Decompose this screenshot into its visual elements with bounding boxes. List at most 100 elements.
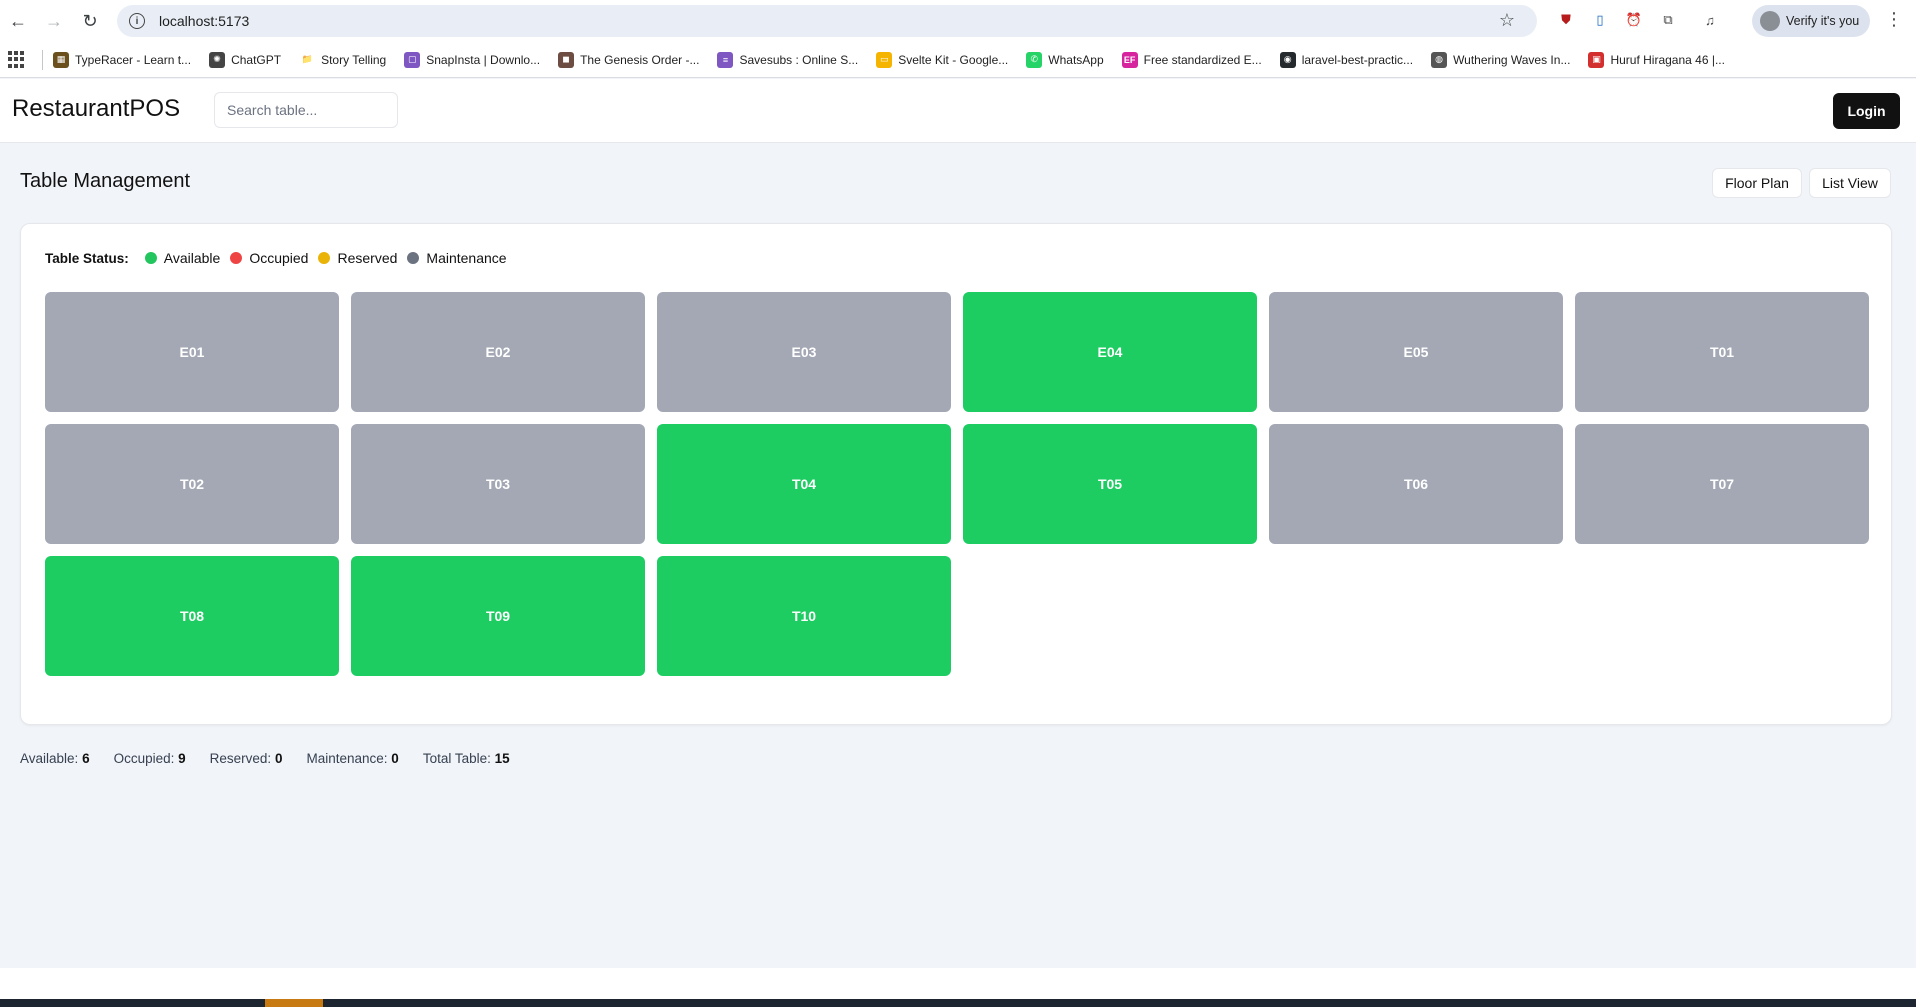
- forward-arrow-icon[interactable]: →: [40, 7, 68, 35]
- bookmark-favicon-icon: ◉: [1279, 51, 1296, 68]
- avatar: [1760, 11, 1780, 31]
- table-label: E01: [179, 344, 205, 360]
- table-tile-e04[interactable]: E04: [963, 292, 1257, 412]
- bookmark-label: Savesubs : Online S...: [739, 52, 859, 67]
- address-bar[interactable]: i localhost:5173 ☆: [117, 5, 1537, 37]
- bookmark-label: ChatGPT: [231, 52, 282, 67]
- legend-items: Available Occupied Reserved Maintenance: [144, 250, 517, 266]
- table-tile-e02[interactable]: E02: [351, 292, 645, 412]
- reload-icon[interactable]: ↻: [76, 7, 104, 35]
- bookmark-item[interactable]: ▦ TypeRacer - Learn t...: [53, 51, 192, 68]
- bookmark-favicon-icon: ≡: [717, 51, 734, 68]
- status-legend: Table Status: Available Occupied Reserved M…: [45, 250, 517, 266]
- bookmark-label: TypeRacer - Learn t...: [75, 52, 192, 67]
- table-tile-t08[interactable]: T08: [45, 556, 339, 676]
- site-info-icon[interactable]: i: [129, 13, 145, 29]
- table-tile-e01[interactable]: E01: [45, 292, 339, 412]
- legend-label: Maintenance: [426, 250, 507, 266]
- taskbar-app-icon[interactable]: [265, 999, 323, 1007]
- brand-logo[interactable]: RestaurantPOS: [12, 95, 180, 123]
- bookmarks-bar: ▦ TypeRacer - Learn t... ✺ ChatGPT 📁 Story Te…: [0, 42, 1916, 78]
- status-dot-icon: [407, 252, 420, 264]
- table-tile-t01[interactable]: T01: [1575, 292, 1869, 412]
- bookmark-item[interactable]: ▣ Huruf Hiragana 46 |...: [1588, 51, 1725, 68]
- alarm-extension-icon[interactable]: ⏰: [1623, 9, 1645, 31]
- table-card: Table Status: Available Occupied Reserved M…: [20, 223, 1892, 725]
- extensions-area: ⛊ ▯ ⏰ ⧉ ♫: [1555, 9, 1721, 31]
- bookmark-item[interactable]: ▭ Svelte Kit - Google...: [876, 51, 1009, 68]
- browser-toolbar: ← → ↻ i localhost:5173 ☆ ⛊ ▯ ⏰ ⧉ ♫ Verif…: [0, 0, 1916, 42]
- bookmark-favicon-icon: ▦: [53, 51, 69, 68]
- legend-item: Occupied: [230, 250, 308, 266]
- bookmark-item[interactable]: ▢ SnapInsta | Downlo...: [404, 51, 540, 68]
- puzzle-extensions-icon[interactable]: ⧉: [1657, 9, 1679, 31]
- table-tile-t06[interactable]: T06: [1269, 424, 1563, 544]
- table-label: T04: [791, 476, 817, 492]
- bookmark-favicon-icon: EF: [1121, 51, 1138, 68]
- media-controls-icon[interactable]: ♫: [1699, 9, 1721, 31]
- legend-label: Occupied: [249, 250, 309, 266]
- translate-extension-icon[interactable]: ▯: [1589, 9, 1611, 31]
- search-input[interactable]: [214, 92, 398, 128]
- legend-label: Reserved: [337, 250, 398, 266]
- table-label: T03: [485, 476, 511, 492]
- bookmark-label: WhatsApp: [1048, 52, 1104, 67]
- table-tile-t04[interactable]: T04: [657, 424, 951, 544]
- legend-item: Available: [144, 250, 221, 266]
- bookmark-favicon-icon: ◍: [1431, 51, 1448, 68]
- bookmark-label: laravel-best-practic...: [1301, 52, 1414, 67]
- browser-menu-icon[interactable]: ⋮: [1884, 9, 1904, 30]
- table-tile-t10[interactable]: T10: [657, 556, 951, 676]
- floor-plan-button[interactable]: Floor Plan: [1712, 168, 1802, 198]
- table-tile-t07[interactable]: T07: [1575, 424, 1869, 544]
- table-tile-e03[interactable]: E03: [657, 292, 951, 412]
- apps-grid-icon[interactable]: [8, 50, 26, 69]
- bookmark-item[interactable]: ◍ Wuthering Waves In...: [1431, 51, 1570, 68]
- bookmark-item[interactable]: EF Free standardized E...: [1121, 51, 1262, 68]
- summary-reserved: Reserved: 0: [209, 751, 283, 766]
- bookmark-star-icon[interactable]: ☆: [1499, 10, 1515, 31]
- table-tile-t02[interactable]: T02: [45, 424, 339, 544]
- bookmark-favicon-icon: ✺: [209, 51, 226, 68]
- back-arrow-icon[interactable]: ←: [4, 7, 32, 35]
- table-label: T07: [1709, 476, 1735, 492]
- app-header: RestaurantPOS Login: [0, 79, 1916, 143]
- url-text[interactable]: localhost:5173: [159, 13, 249, 29]
- table-tile-t05[interactable]: T05: [963, 424, 1257, 544]
- bookmark-item[interactable]: ◉ laravel-best-practic...: [1279, 51, 1414, 68]
- bookmarks-separator: [42, 49, 43, 70]
- profile-label: Verify it's you: [1786, 14, 1860, 28]
- page-title: Table Management: [20, 170, 191, 192]
- table-label: E02: [485, 344, 511, 360]
- table-tile-t09[interactable]: T09: [351, 556, 645, 676]
- bookmark-item[interactable]: ◼ The Genesis Order -...: [558, 51, 700, 68]
- shield-extension-icon[interactable]: ⛊: [1555, 9, 1577, 31]
- login-button[interactable]: Login: [1833, 93, 1900, 129]
- bookmark-label: The Genesis Order -...: [580, 52, 700, 67]
- bookmark-item[interactable]: ≡ Savesubs : Online S...: [717, 51, 859, 68]
- table-label: E05: [1403, 344, 1429, 360]
- bookmark-favicon-icon: 📁: [301, 54, 313, 64]
- legend-title: Table Status:: [45, 250, 129, 266]
- table-tile-t03[interactable]: T03: [351, 424, 645, 544]
- legend-label: Available: [163, 250, 221, 266]
- bookmark-label: Huruf Hiragana 46 |...: [1610, 52, 1725, 67]
- table-label: E03: [791, 344, 817, 360]
- bookmark-label: Svelte Kit - Google...: [898, 52, 1009, 67]
- bookmark-favicon-icon: ✆: [1026, 51, 1043, 68]
- table-tile-e05[interactable]: E05: [1269, 292, 1563, 412]
- status-summary: Available: 6 Occupied: 9 Reserved: 0 Mai…: [20, 751, 534, 766]
- bookmark-item[interactable]: 📁 Story Telling: [299, 52, 386, 68]
- table-label: T02: [179, 476, 205, 492]
- summary-available: Available: 6: [20, 751, 90, 766]
- table-label: E04: [1097, 344, 1123, 360]
- list-view-button[interactable]: List View: [1809, 168, 1891, 198]
- table-label: T09: [485, 608, 511, 624]
- table-label: T10: [791, 608, 817, 624]
- bookmark-label: Story Telling: [321, 52, 387, 67]
- bookmark-item[interactable]: ✺ ChatGPT: [209, 51, 282, 68]
- bookmark-item[interactable]: ✆ WhatsApp: [1026, 51, 1104, 68]
- profile-chip[interactable]: Verify it's you: [1752, 5, 1870, 37]
- table-label: T06: [1403, 476, 1429, 492]
- status-dot-icon: [144, 252, 157, 264]
